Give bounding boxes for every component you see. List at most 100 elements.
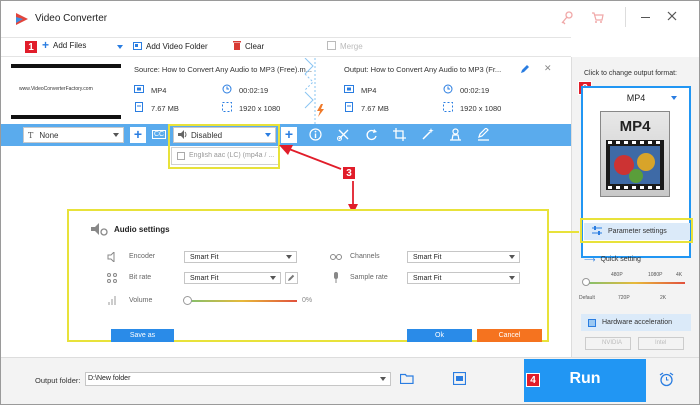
run-button[interactable]: 4 Run [524, 359, 646, 402]
close-button[interactable] [667, 11, 677, 23]
format-icon [344, 84, 354, 96]
clear-button[interactable]: Clear [233, 41, 264, 52]
source-label: Source: How to Convert Any Audio to MP3 … [134, 65, 312, 74]
hardware-acceleration-toggle[interactable]: Hardware acceleration [581, 314, 691, 331]
add-video-folder-button[interactable]: Add Video Folder [133, 41, 208, 52]
chevron-down-icon [380, 377, 386, 381]
info-icon[interactable] [309, 128, 322, 143]
file-item[interactable]: www.VideoConverterFactory.com Source: Ho… [10, 57, 571, 124]
resolution-icon [222, 102, 232, 114]
chevron-down-icon [270, 276, 276, 280]
add-subtitle-button[interactable]: + [130, 127, 146, 143]
effects-icon[interactable] [421, 128, 434, 143]
chevron-down-icon [113, 133, 119, 137]
channels-label: Channels [350, 253, 380, 260]
edit-subtitle-icon[interactable] [477, 127, 490, 143]
parameter-settings-button[interactable]: Parameter settings [584, 223, 690, 240]
out-resolution: 1920 x 1080 [443, 102, 501, 114]
volume-slider-handle[interactable] [183, 296, 192, 305]
edit-toolbar: T None + CC Disabled + [1, 124, 571, 146]
alarm-clock-icon[interactable] [659, 372, 674, 389]
samplerate-value: Smart Fit [413, 274, 442, 282]
video-thumbnail[interactable]: www.VideoConverterFactory.com [11, 64, 121, 119]
microphone-icon [332, 272, 340, 285]
format-tile-label: MP4 [619, 118, 651, 135]
subtitle-dropdown[interactable]: T None [23, 127, 124, 143]
cut-icon[interactable] [337, 128, 350, 143]
title-bar: Video Converter [1, 1, 699, 37]
browse-folder-icon[interactable] [399, 373, 414, 386]
tick-1080p: 1080P [648, 272, 663, 278]
app-title: Video Converter [35, 13, 108, 24]
subtitle-value: None [39, 130, 59, 140]
out-size-value: 7.67 MB [361, 103, 389, 113]
encoder-select[interactable]: Smart Fit [184, 251, 297, 263]
quick-setting-label: Quick setting [600, 256, 641, 263]
crop-icon[interactable] [393, 128, 406, 143]
key-icon[interactable] [561, 11, 573, 27]
tick-480p: 480P [611, 272, 623, 278]
src-duration: 00:02:19 [222, 84, 268, 96]
arrow-right-icon: ⟶ [584, 255, 596, 264]
edit-output-icon[interactable] [520, 64, 530, 76]
add-files-dropdown-icon[interactable] [117, 45, 123, 49]
plus-icon: + [42, 38, 50, 52]
tick-default: Default [579, 295, 595, 301]
volume-label: Volume [129, 297, 153, 304]
chevron-down-icon [509, 276, 515, 280]
channels-select[interactable]: Smart Fit [407, 251, 520, 263]
file-size-icon [134, 102, 144, 114]
nvidia-badge: NVIDIA [585, 337, 631, 350]
output-folder-input[interactable]: D:\New folder [85, 372, 391, 386]
src-size-value: 7.67 MB [151, 103, 179, 113]
app-logo-icon [16, 13, 28, 27]
bitrate-value: Smart Fit [190, 274, 219, 282]
trash-icon [233, 41, 241, 52]
tick-2k: 2K [660, 295, 667, 301]
folder-icon [133, 41, 142, 52]
rotate-icon[interactable] [365, 128, 378, 143]
src-format: MP4 [134, 84, 166, 96]
out-duration-value: 00:02:19 [460, 85, 490, 95]
audio-settings-dialog: Audio settings Encoder Smart Fit Bit rat… [67, 209, 549, 342]
src-size: 7.67 MB [134, 102, 179, 114]
watermark-icon[interactable] [449, 128, 462, 143]
edit-bitrate-button[interactable] [285, 272, 298, 284]
output-folder-label: Output folder: [35, 376, 81, 385]
open-output-icon[interactable] [452, 371, 467, 387]
out-format-value: MP4 [361, 85, 377, 95]
output-label: Output: How to Convert Any Audio to MP3 … [344, 65, 502, 74]
remove-file-icon[interactable]: ✕ [544, 63, 552, 74]
highlight-audio-dropdown [168, 124, 280, 169]
src-duration-value: 00:02:19 [239, 85, 269, 95]
out-duration: 00:02:19 [443, 84, 489, 96]
volume-icon [107, 295, 117, 307]
save-as-button[interactable]: Save as [111, 329, 174, 342]
intel-badge: Intel [638, 337, 684, 350]
audio-settings-icon [91, 223, 109, 239]
convert-arrow [303, 57, 337, 124]
minimize-button[interactable] [641, 17, 650, 18]
cart-icon[interactable] [591, 11, 604, 26]
app-window: Video Converter 1 + Add Files Add Video … [0, 0, 700, 405]
title-divider [625, 7, 626, 27]
parameter-settings-label: Parameter settings [608, 228, 667, 235]
ok-button[interactable]: Ok [407, 329, 472, 342]
out-format: MP4 [344, 84, 376, 96]
samplerate-select[interactable]: Smart Fit [407, 272, 520, 284]
cc-icon[interactable]: CC [152, 130, 167, 139]
bitrate-select[interactable]: Smart Fit [184, 272, 281, 284]
hardware-acceleration-label: Hardware acceleration [602, 319, 673, 326]
quality-slider-track[interactable] [585, 282, 685, 284]
cancel-button[interactable]: Cancel [477, 329, 542, 342]
add-files-button[interactable]: + Add Files [42, 38, 86, 52]
mp4-format-tile: MP4 [600, 111, 670, 197]
volume-slider-track[interactable] [187, 300, 297, 302]
chip-icon [588, 318, 596, 327]
main-toolbar: 1 + Add Files Add Video Folder Clear Mer… [1, 37, 571, 57]
quality-slider-handle[interactable] [582, 278, 590, 286]
step-badge-3: 3 [342, 166, 356, 180]
src-resolution-value: 1920 x 1080 [239, 103, 281, 113]
add-audio-button[interactable]: + [281, 127, 297, 143]
merge-button[interactable]: Merge [327, 41, 363, 52]
